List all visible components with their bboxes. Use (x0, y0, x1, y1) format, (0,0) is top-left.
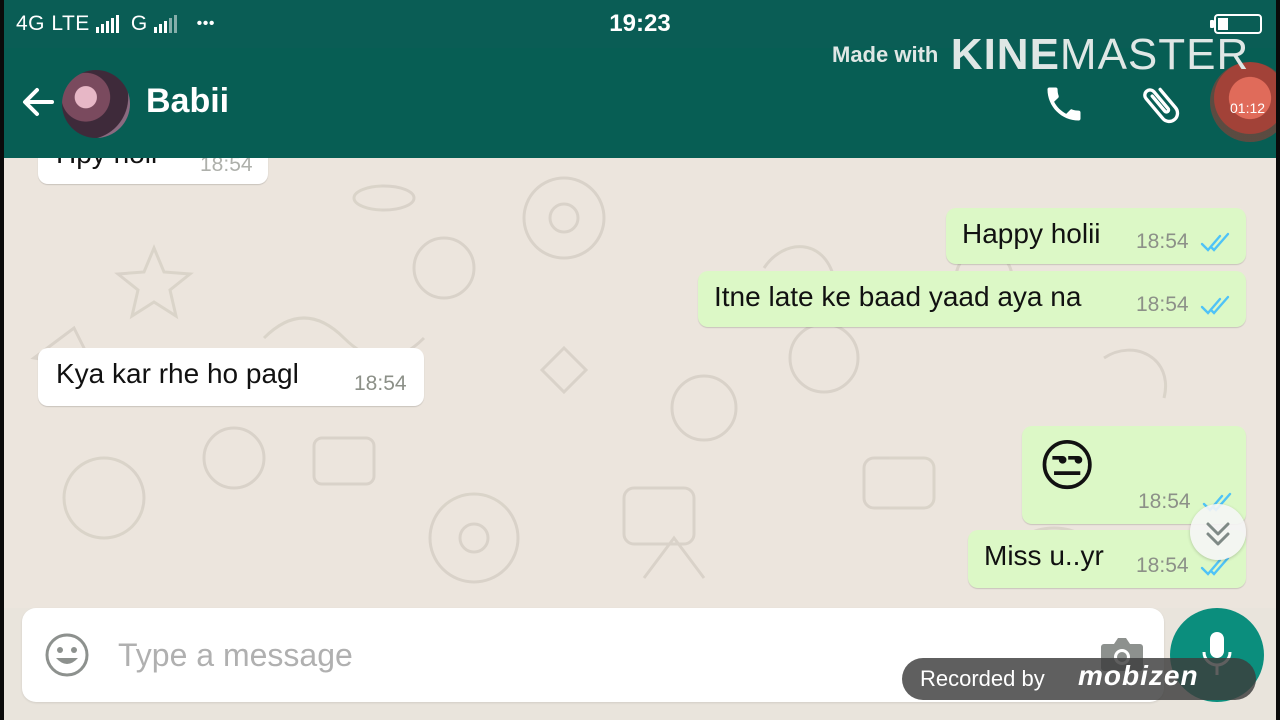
incoming-message[interactable]: Hpy holi 18:54 (38, 158, 268, 184)
message-time: 18:54 (200, 158, 253, 176)
recorder-brand-logo: mobizen (1078, 660, 1199, 691)
mobizen-recorder-badge: Recorded by mobizen (902, 658, 1256, 700)
message-text: Kya kar rhe ho pagl (56, 358, 299, 389)
scroll-to-bottom-button[interactable] (1190, 504, 1246, 560)
recorder-label: Recorded by (920, 666, 1045, 691)
paperclip-attach-icon[interactable] (1136, 80, 1186, 130)
message-text: Itne late ke baad yaad aya na (714, 281, 1082, 312)
message-text: Miss u..yr (984, 540, 1104, 571)
contact-avatar[interactable] (62, 70, 130, 138)
kinemaster-watermark: Made with KINEMASTER (832, 30, 1249, 80)
contact-name[interactable]: Babii (146, 82, 229, 121)
watermark-made-with: Made with (832, 42, 939, 67)
message-time: 18:54 (1136, 293, 1189, 316)
read-receipt-icon (1200, 232, 1230, 252)
chevron-double-down-icon (1206, 522, 1230, 546)
message-list[interactable]: Hpy holi 18:54 Happy holii 18:54 Itne la… (4, 158, 1276, 608)
emoji-icon[interactable] (44, 632, 90, 678)
outgoing-message[interactable]: Happy holii 18:54 (946, 208, 1246, 264)
phone-call-icon[interactable] (1042, 82, 1086, 126)
message-time: 18:54 (354, 372, 407, 395)
watermark-brand-rest: MASTER (1059, 30, 1250, 79)
watermark-brand: KINEMASTER (951, 30, 1249, 79)
message-time: 18:54 (1136, 554, 1189, 577)
message-time: 18:54 (1136, 230, 1189, 253)
read-receipt-icon (1200, 295, 1230, 315)
incoming-message[interactable]: Kya kar rhe ho pagl 18:54 (38, 348, 424, 406)
outgoing-message[interactable]: Itne late ke baad yaad aya na 18:54 (698, 271, 1246, 327)
message-input[interactable] (118, 628, 1018, 682)
message-text: Hpy holi (56, 158, 157, 170)
message-time: 18:54 (1138, 490, 1191, 513)
kinemaster-timer: 01:12 (1230, 100, 1266, 116)
back-arrow-icon[interactable] (18, 82, 58, 122)
watermark-brand-bold: KINE (950, 30, 1060, 79)
whatsapp-chat-screen: 4G LTE G ••• 19:23 Babii 01:12 Made with… (4, 0, 1276, 720)
message-emoji: 😒 (1038, 434, 1097, 497)
message-text: Happy holii (962, 218, 1101, 249)
